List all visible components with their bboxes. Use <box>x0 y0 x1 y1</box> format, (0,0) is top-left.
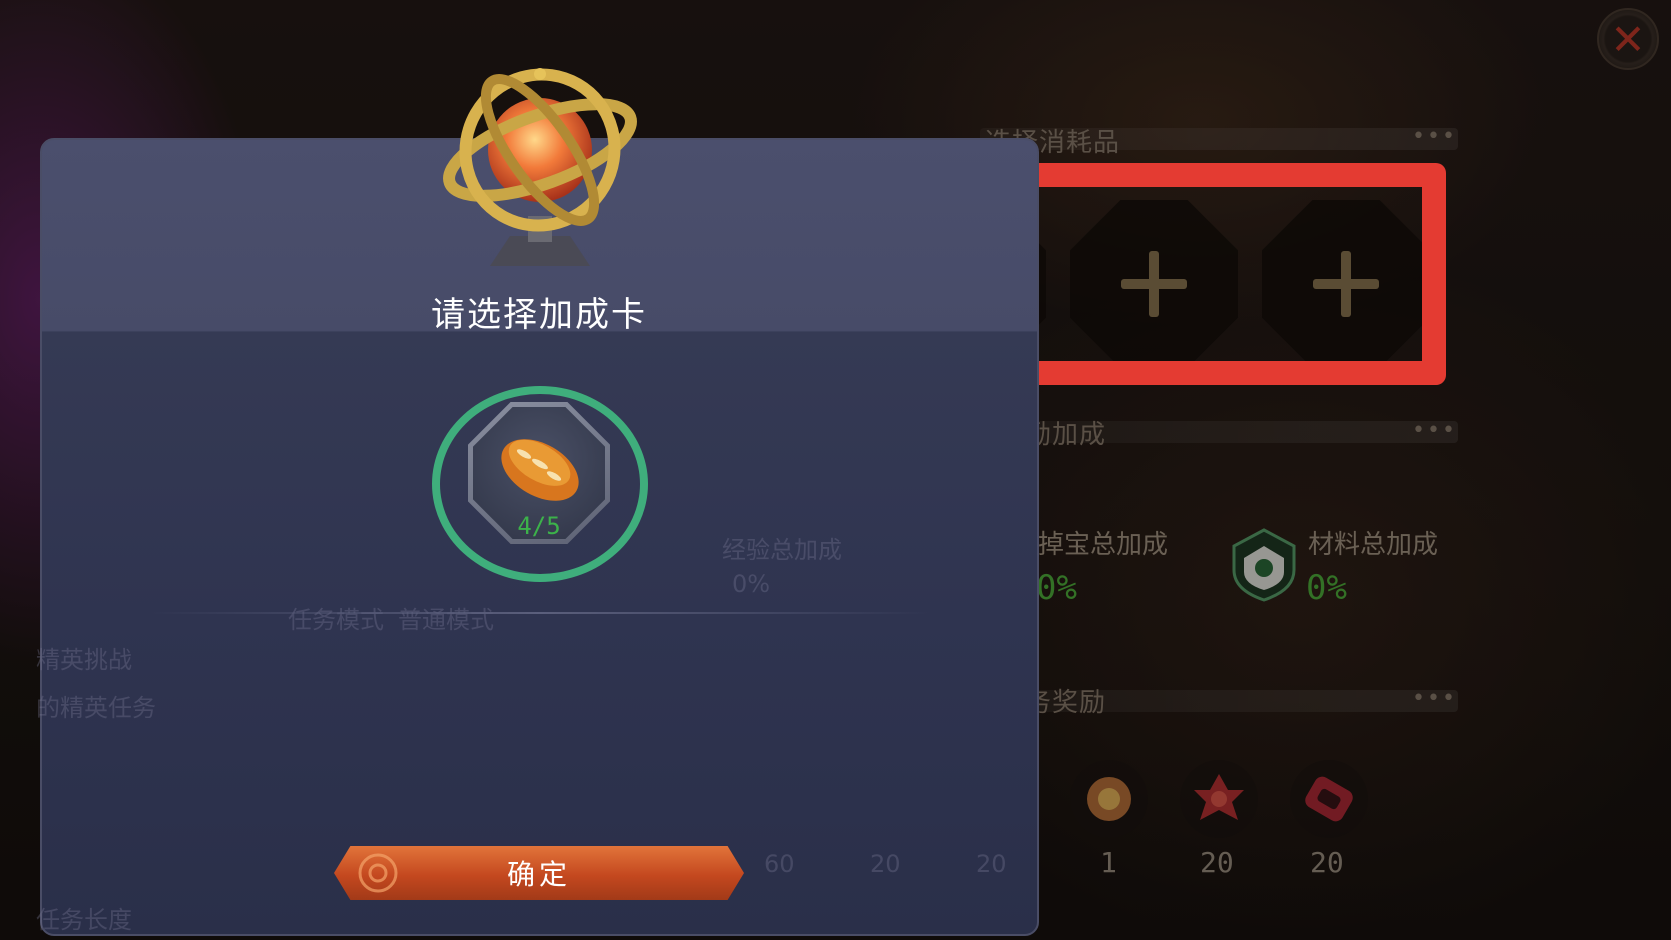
ghost-text: 60 <box>764 850 795 878</box>
confirm-label: 确定 <box>506 858 571 891</box>
armillary-sphere-icon <box>443 68 637 266</box>
modal-title: 请选择加成卡 <box>431 295 647 335</box>
ghost-text: 普通模式 <box>398 606 494 634</box>
ghost-text: 任务长度 <box>36 906 132 934</box>
ghost-text: 任务模式 <box>288 606 384 634</box>
ghost-text: 经验总加成 <box>722 536 842 564</box>
ghost-text: 20 <box>976 850 1007 878</box>
modal-divider <box>150 612 930 614</box>
ghost-text: 的精英任务 <box>36 694 156 722</box>
ghost-text: 20 <box>870 850 901 878</box>
bread-icon <box>501 439 579 501</box>
ghost-text: 0% <box>732 570 771 598</box>
confirm-button[interactable]: 确定 <box>331 843 747 903</box>
card-count: 4/5 <box>517 512 561 540</box>
ghost-text: 精英挑战 <box>36 646 132 674</box>
